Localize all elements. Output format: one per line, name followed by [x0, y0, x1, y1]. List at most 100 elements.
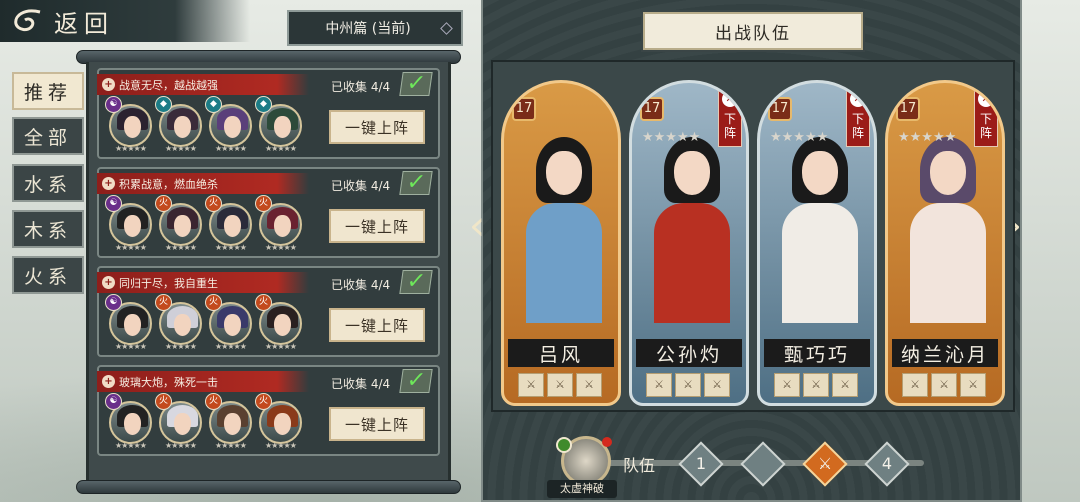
- one-click-deploy-button[interactable]: 一键上阵: [329, 110, 425, 144]
- star-rating: ★★★★★: [215, 144, 247, 153]
- equipment-row: ⚔ ⚔ ⚔: [646, 373, 730, 397]
- recommend-list[interactable]: + 战意无尽，越战越强 已收集 4/4 ✓ ☯ ★★★★★ ◆ ★★★★★ ◆ ★★★★★ ◆ ★★★…: [86, 62, 451, 482]
- yinyang-element-icon: ☯: [105, 294, 122, 311]
- star-rating: ★★★★★: [215, 441, 247, 450]
- accessory-icon[interactable]: ⚔: [960, 373, 986, 397]
- level-badge: 17: [512, 97, 536, 121]
- hero-portrait: [778, 123, 862, 323]
- fire-element-icon: 火: [255, 294, 272, 311]
- hero-name: 公孙灼: [636, 339, 742, 367]
- star-rating: ★★★★★: [265, 342, 297, 351]
- star-rating: ★★★★★: [115, 342, 147, 351]
- star-rating: ★★★★★: [165, 243, 197, 252]
- accessory-icon[interactable]: ⚔: [704, 373, 730, 397]
- star-rating: ★★★★★: [165, 441, 197, 450]
- hero-card[interactable]: 17 ✕ 下阵 ★★★★★ 纳兰沁月 ⚔ ⚔ ⚔: [885, 80, 1005, 406]
- star-rating: ★★★★★: [265, 243, 297, 252]
- weapon-icon[interactable]: ⚔: [646, 373, 672, 397]
- fire-element-icon: 火: [205, 294, 222, 311]
- team-bar: 太虚神破 队伍 1 ⚔ 4: [483, 430, 1024, 502]
- tab-all[interactable]: 全部: [12, 117, 84, 155]
- tab-label: 推荐: [23, 81, 72, 104]
- skill-name: 太虚神破: [547, 480, 617, 498]
- accessory-icon[interactable]: ⚔: [576, 373, 602, 397]
- armor-icon[interactable]: ⚔: [547, 373, 573, 397]
- card-title: + 战意无尽，越战越强: [97, 74, 309, 95]
- team-panel: 出战队伍 ‹ › 17吕风⚔⚔⚔17✕下阵★★★★★公孙灼⚔⚔⚔17✕下阵★★★…: [469, 0, 1024, 502]
- star-rating: ★★★★★: [898, 130, 957, 145]
- accessory-icon[interactable]: ⚔: [832, 373, 858, 397]
- diamond-icon: [440, 22, 453, 35]
- weapon-icon[interactable]: ⚔: [774, 373, 800, 397]
- team-title: 出战队伍: [641, 10, 865, 52]
- team-slot-4[interactable]: 4: [864, 441, 910, 487]
- tab-wood[interactable]: 木系: [12, 210, 84, 248]
- water-element-icon: ◆: [255, 96, 272, 113]
- tab-water[interactable]: 水系: [12, 164, 84, 202]
- hero-portrait: [522, 123, 606, 323]
- check-icon: ✓: [399, 269, 433, 294]
- armor-icon[interactable]: ⚔: [675, 373, 701, 397]
- armor-icon[interactable]: ⚔: [931, 373, 957, 397]
- one-click-deploy-button[interactable]: 一键上阵: [329, 209, 425, 243]
- magnify-icon[interactable]: +: [102, 177, 115, 190]
- weapon-icon[interactable]: ⚔: [518, 373, 544, 397]
- prev-arrow-icon[interactable]: ‹: [469, 206, 489, 248]
- collected-count: 已收集 4/4: [331, 278, 391, 292]
- weapon-icon[interactable]: ⚔: [902, 373, 928, 397]
- one-click-deploy-button[interactable]: 一键上阵: [329, 308, 425, 342]
- magnify-icon[interactable]: +: [102, 375, 115, 388]
- recommend-card: + 战意无尽，越战越强 已收集 4/4 ✓ ☯ ★★★★★ ◆ ★★★★★ ◆ ★★★★★ ◆ ★★★…: [97, 68, 440, 159]
- recommend-card: + 玻璃大炮，殊死一击 已收集 4/4 ✓ ☯ ★★★★★ 火 ★★★★★ 火 ★★★★★ 火 ★★★…: [97, 365, 440, 456]
- hero-card[interactable]: 17 吕风 ⚔ ⚔ ⚔: [501, 80, 621, 406]
- equipment-row: ⚔ ⚔ ⚔: [774, 373, 858, 397]
- fire-element-icon: 火: [255, 195, 272, 212]
- level-badge: 17: [640, 97, 664, 121]
- level-badge: 17: [768, 97, 792, 121]
- equipment-row: ⚔ ⚔ ⚔: [902, 373, 986, 397]
- magnify-icon[interactable]: +: [102, 276, 115, 289]
- hero-card[interactable]: 17 ✕ 下阵 ★★★★★ 公孙灼 ⚔ ⚔ ⚔: [629, 80, 749, 406]
- hero-card[interactable]: 17 ✕ 下阵 ★★★★★ 甄巧巧 ⚔ ⚔ ⚔: [757, 80, 877, 406]
- close-icon: ✕: [722, 91, 738, 107]
- fire-element-icon: 火: [155, 393, 172, 410]
- swirl-back-icon: [14, 9, 41, 32]
- fire-element-icon: 火: [205, 393, 222, 410]
- hero-lineup: 17 吕风 ⚔ ⚔ ⚔ 17 ✕ 下阵 ★★★★★ 公孙灼 ⚔ ⚔ ⚔ 17 ✕ 下阵 ★★★★★ 甄巧巧 ⚔ ⚔ ⚔ 1…: [491, 60, 1015, 412]
- tab-fire[interactable]: 火系: [12, 256, 84, 294]
- fire-element-icon: 火: [205, 195, 222, 212]
- hero-portrait: [906, 123, 990, 323]
- level-badge: 17: [896, 97, 920, 121]
- one-click-deploy-button[interactable]: 一键上阵: [329, 407, 425, 441]
- team-slot-1[interactable]: 1: [678, 441, 724, 487]
- equipment-row: ⚔ ⚔ ⚔: [518, 373, 602, 397]
- close-icon: ✕: [978, 91, 994, 107]
- chapter-selector[interactable]: 中州篇 (当前): [287, 10, 463, 46]
- check-icon: ✓: [399, 170, 433, 195]
- recommend-scroll[interactable]: + 战意无尽，越战越强 已收集 4/4 ✓ ☯ ★★★★★ ◆ ★★★★★ ◆ ★★★★★ ◆ ★★★…: [76, 50, 461, 494]
- water-element-icon: ◆: [205, 96, 222, 113]
- fire-element-icon: 火: [155, 195, 172, 212]
- magnify-icon[interactable]: +: [102, 78, 115, 91]
- tab-label: 全部: [23, 126, 72, 149]
- team-slot-active-swords-icon[interactable]: ⚔: [802, 441, 848, 487]
- star-rating: ★★★★★: [265, 144, 297, 153]
- armor-icon[interactable]: ⚔: [803, 373, 829, 397]
- leaf-icon: [556, 437, 572, 453]
- tab-label: 火系: [23, 265, 72, 288]
- recommend-card: + 同归于尽，我自重生 已收集 4/4 ✓ ☯ ★★★★★ 火 ★★★★★ 火 ★★★★★ 火 ★★★…: [97, 266, 440, 357]
- hero-row: ☯ ★★★★★ ◆ ★★★★★ ◆ ★★★★★ ◆ ★★★★★: [105, 96, 302, 153]
- star-rating: ★★★★★: [115, 243, 147, 252]
- star-rating: ★★★★★: [642, 130, 701, 145]
- tab-recommend[interactable]: 推荐: [12, 72, 84, 110]
- card-title: + 积累战意，燃血绝杀: [97, 173, 309, 194]
- close-icon: ✕: [850, 91, 866, 107]
- back-button[interactable]: 返回: [0, 0, 250, 42]
- yinyang-element-icon: ☯: [105, 195, 122, 212]
- hero-name: 纳兰沁月: [892, 339, 998, 367]
- skill-button[interactable]: [556, 436, 612, 486]
- team-slot-2[interactable]: [740, 441, 786, 487]
- hero-row: ☯ ★★★★★ 火 ★★★★★ 火 ★★★★★ 火 ★★★★★: [105, 294, 302, 351]
- hero-portrait: [650, 123, 734, 323]
- fire-element-icon: 火: [155, 294, 172, 311]
